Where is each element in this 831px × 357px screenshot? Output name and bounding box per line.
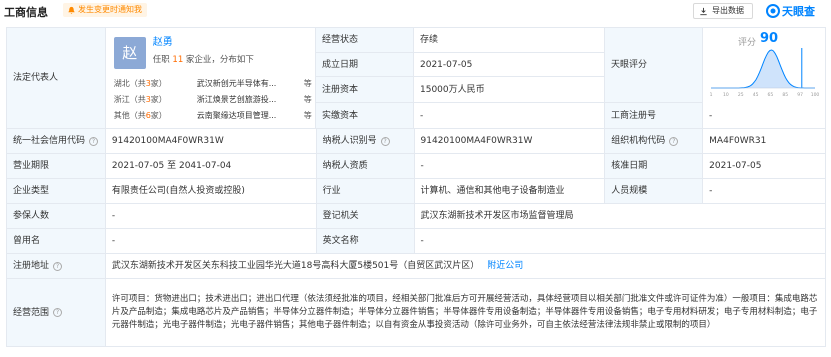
- region-more[interactable]: 等: [299, 78, 312, 90]
- legal-rep-summary: 任职 11 家企业，分布如下: [152, 55, 254, 65]
- score-tick-label: 100: [811, 92, 820, 98]
- brand-name: 天眼查: [782, 4, 815, 18]
- capital-label: 注册资本: [316, 77, 414, 102]
- approve-date-value: 2021-07-05: [703, 154, 827, 178]
- credit-code-value: 91420100MA4F0WR31W: [105, 129, 317, 153]
- tax-qualification-value: -: [414, 154, 606, 178]
- brand-logo: 天眼查: [766, 2, 815, 19]
- help-icon[interactable]: ?: [89, 136, 99, 146]
- region-more[interactable]: 等: [299, 94, 312, 106]
- status-value: 存续: [414, 28, 605, 52]
- company-type-label: 企业类型: [7, 179, 106, 203]
- org-code-label: 组织机构代码?: [605, 129, 704, 153]
- term-value: 2021-07-05 至 2041-07-04: [105, 154, 317, 178]
- former-name-label: 曾用名: [7, 229, 106, 253]
- region-company-link[interactable]: 浙江焕景艺创旅游投...: [197, 94, 299, 106]
- region-row-zhejiang: 浙江（共3家） 浙江焕景艺创旅游投... 等: [113, 94, 312, 106]
- score-tick-label: 25: [738, 92, 744, 98]
- address-label: 注册地址?: [7, 254, 106, 278]
- region-row-hubei: 湖北（共3家） 武汉新创元半导体有... 等: [113, 78, 312, 90]
- insured-label: 参保人数: [7, 204, 106, 228]
- section-header: 工商信息 发生变更时通知我 导出数据 天眼查: [0, 0, 831, 22]
- help-icon[interactable]: ?: [669, 136, 679, 146]
- regno-label: 工商注册号: [605, 103, 703, 128]
- score-distribution-chart: 1 10 25 45 65 85 97 100: [710, 48, 820, 98]
- score-widget[interactable]: 评分 90 1 10 25 45 65 85 97 100: [703, 28, 826, 103]
- staff-size-label: 人员规模: [605, 179, 704, 203]
- section-title: 工商信息: [4, 6, 48, 19]
- taxid-label: 纳税人识别号?: [316, 129, 415, 153]
- paid-capital-value: -: [414, 103, 605, 128]
- scope-label: 经营范围?: [7, 279, 106, 346]
- notify-button[interactable]: 发生变更时通知我: [63, 3, 147, 17]
- help-icon[interactable]: ?: [53, 308, 63, 317]
- industry-value: 计算机、通信和其他电子设备制造业: [414, 179, 606, 203]
- capital-value: 15000万人民币: [414, 77, 605, 102]
- company-type-value: 有限责任公司(自然人投资或控股): [105, 179, 317, 203]
- authority-value: 武汉东湖新技术开发区市场监督管理局: [414, 204, 826, 228]
- founded-value: 2021-07-05: [414, 52, 605, 77]
- score-tick-label: 10: [723, 92, 729, 98]
- help-icon[interactable]: ?: [53, 261, 63, 271]
- export-label: 导出数据: [712, 6, 744, 15]
- insured-value: -: [105, 204, 317, 228]
- rating-label: 天眼评分: [605, 28, 703, 102]
- status-label: 经营状态: [316, 28, 414, 52]
- former-name-value: -: [105, 229, 317, 253]
- region-company-link[interactable]: 武汉新创元半导体有...: [197, 78, 299, 90]
- taxid-value: 91420100MA4F0WR31W: [414, 129, 606, 153]
- org-code-value: MA4F0WR31: [703, 129, 827, 153]
- score-tick-label: 97: [797, 92, 803, 98]
- export-button[interactable]: 导出数据: [693, 3, 753, 19]
- staff-size-value: -: [703, 179, 827, 203]
- address-text: 武汉东湖新技术开发区关东科技工业园华光大道18号高科大厦5楼501号（自贸区武汉…: [111, 261, 480, 271]
- paid-capital-label: 实缴资本: [316, 103, 414, 128]
- download-icon: [700, 7, 707, 15]
- tianyancha-logo-icon: [766, 3, 780, 18]
- score-tick-label: 1: [710, 92, 713, 98]
- english-name-label: 英文名称: [316, 229, 415, 253]
- scope-value: 许可项目：货物进出口；技术进出口；进出口代理（依法须经批准的项目，经相关部门批准…: [105, 279, 826, 346]
- english-name-value: -: [414, 229, 826, 253]
- tax-qualification-label: 纳税人资质: [316, 154, 415, 178]
- credit-code-label: 统一社会信用代码?: [7, 129, 106, 153]
- score-tick-label: 85: [782, 92, 788, 98]
- score-tick-label: 65: [768, 92, 774, 98]
- avatar[interactable]: 赵: [113, 37, 146, 69]
- legal-rep-box: 赵 赵勇 任职 11 家企业，分布如下 湖北（共3家） 武汉新创元半导体有...…: [105, 28, 316, 128]
- authority-label: 登记机关: [316, 204, 415, 228]
- distribution-area: [711, 50, 815, 88]
- region-row-other: 其他（共6家） 云南聚缘达项目管理... 等: [113, 110, 312, 122]
- business-info-table: 法定代表人 赵 赵勇 任职 11 家企业，分布如下 湖北（共3家） 武汉新创元半…: [6, 27, 827, 347]
- address-value: 武汉东湖新技术开发区关东科技工业园华光大道18号高科大厦5楼501号（自贸区武汉…: [105, 254, 826, 278]
- region-company-link[interactable]: 云南聚缘达项目管理...: [197, 110, 299, 122]
- legal-rep-label: 法定代表人: [7, 28, 106, 128]
- founded-label: 成立日期: [316, 52, 414, 77]
- notify-label: 发生变更时通知我: [78, 5, 142, 14]
- legal-rep-name[interactable]: 赵勇: [153, 37, 173, 49]
- regno-value: -: [703, 103, 826, 128]
- bell-icon: [68, 6, 75, 14]
- score-tick-label: 45: [753, 92, 759, 98]
- approve-date-label: 核准日期: [605, 154, 704, 178]
- term-label: 营业期限: [7, 154, 106, 178]
- region-more[interactable]: 等: [299, 110, 312, 122]
- industry-label: 行业: [316, 179, 415, 203]
- nearby-companies-link[interactable]: 附近公司: [487, 260, 523, 272]
- help-icon[interactable]: ?: [380, 136, 390, 146]
